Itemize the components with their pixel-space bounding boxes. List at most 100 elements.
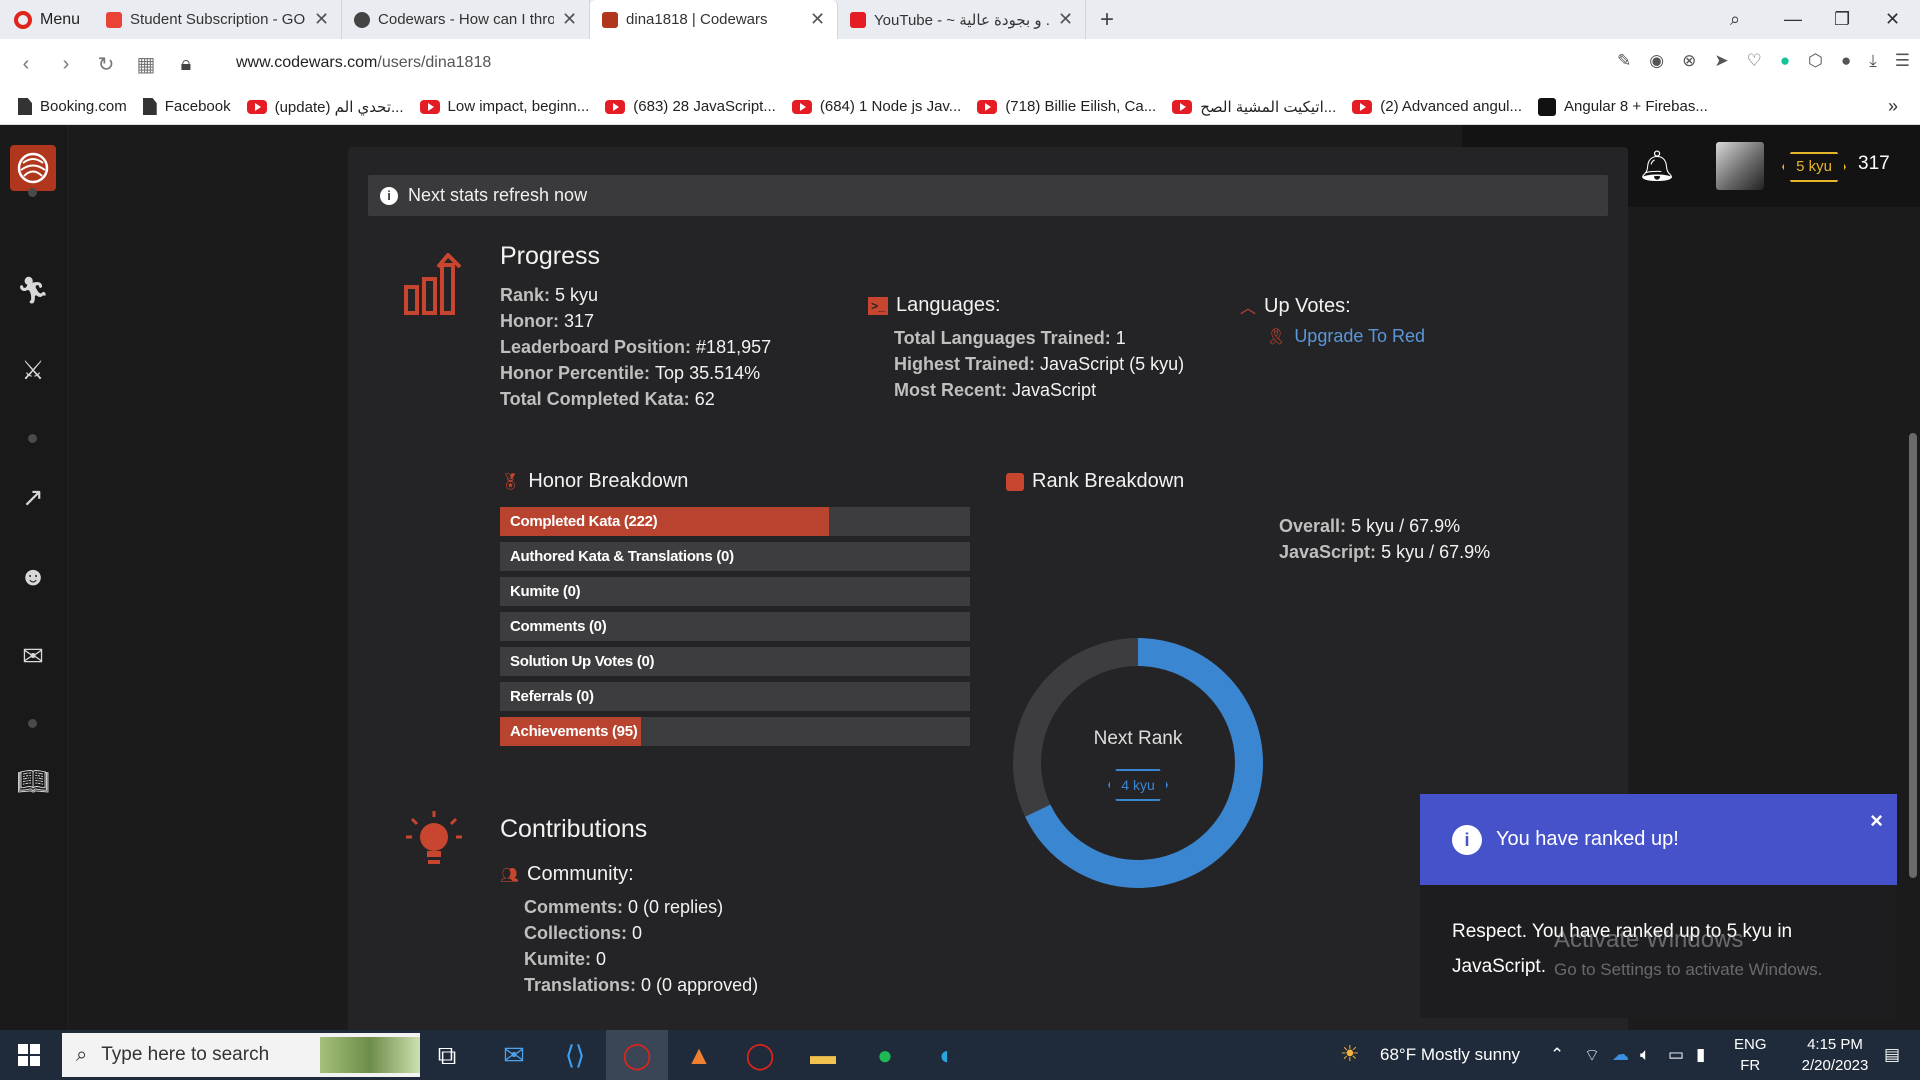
input-language[interactable]: ENG FR (1734, 1034, 1767, 1076)
minimize-button[interactable]: — (1784, 0, 1802, 39)
edge-icon[interactable]: ◐ (930, 1038, 964, 1072)
settings-icon[interactable]: ☰ (1895, 51, 1910, 71)
stat-collections: Collections: 0 (524, 920, 758, 946)
users-icon: 👥︎ (500, 866, 520, 884)
codewars-logo-icon (17, 152, 49, 184)
stat-value: #181,957 (696, 337, 772, 357)
matlab-icon[interactable]: ▲ (682, 1038, 716, 1072)
stats-refresh-notice: i Next stats refresh now (368, 175, 1608, 216)
windows-start-icon[interactable] (18, 1044, 40, 1066)
bookmark-item[interactable]: Booking.com (18, 98, 127, 115)
wifi-icon[interactable]: ⌔ (1584, 1045, 1600, 1066)
battery-icon[interactable]: ▮ (1696, 1045, 1705, 1065)
adblock-icon[interactable]: ⊗ (1682, 51, 1696, 71)
download-icon[interactable]: ⤓ (1869, 51, 1877, 71)
bookmark-label: (718) Billie Eilish, Ca... (1005, 98, 1157, 115)
docs-book-icon[interactable]: 📖︎ (14, 762, 52, 800)
clock[interactable]: 4:15 PM 2/20/2023 (1790, 1034, 1880, 1076)
bookmark-item[interactable]: اتيكيت المشية الصح... (1172, 98, 1336, 116)
taskbar-search-box[interactable]: ⌕ Type here to search (62, 1033, 420, 1077)
spotify-icon[interactable]: ● (868, 1038, 902, 1072)
close-tab-icon[interactable]: ✕ (314, 9, 329, 30)
avatar[interactable] (1716, 142, 1764, 190)
sidebar-separator (28, 434, 37, 443)
codewars-logo[interactable] (10, 145, 56, 191)
lock-icon[interactable]: 🔒︎ (166, 53, 206, 76)
stat-key: Most Recent: (894, 380, 1008, 400)
bookmark-item[interactable]: (718) Billie Eilish, Ca... (977, 98, 1156, 115)
tab-gmail[interactable]: Student Subscription - GO ✕ (94, 0, 343, 39)
stat-comments: Comments: 0 (0 replies) (524, 894, 758, 920)
tray-chevron-icon[interactable]: ⌃ (1550, 1045, 1564, 1065)
lang-top: ENG (1734, 1036, 1767, 1053)
forward-icon[interactable]: › (46, 53, 86, 76)
opera-icon[interactable]: ◯ (620, 1038, 654, 1072)
search-tabs-icon[interactable]: ⌕ (1730, 0, 1740, 39)
stat-key: Rank: (500, 285, 551, 305)
stat-kumite: Kumite: 0 (524, 946, 758, 972)
opera-menu-button[interactable]: Menu (0, 0, 94, 39)
file-explorer-icon[interactable]: ▬ (806, 1038, 840, 1072)
more-bookmarks-icon[interactable]: » (1888, 96, 1898, 117)
page-scrollbar[interactable] (1909, 433, 1917, 878)
bar-label: Completed Kata (222) (510, 513, 658, 530)
bookmark-item[interactable]: (update) تحدي الم... (246, 98, 404, 116)
restore-button[interactable]: ❐ (1834, 0, 1850, 39)
new-tab-button[interactable]: + (1086, 6, 1128, 34)
tabs-grid-icon[interactable]: ▦ (126, 52, 166, 77)
edit-icon[interactable]: ✎ (1617, 51, 1631, 71)
stat-value: 5 kyu / 67.9% (1351, 516, 1461, 536)
back-icon[interactable]: ‹ (6, 53, 46, 76)
practice-icon[interactable]: ⚔︎ (14, 351, 52, 389)
network-icon[interactable]: ▭ (1668, 1045, 1684, 1065)
youtube-icon (977, 99, 998, 114)
bookmark-item[interactable]: (683) 28 JavaScript... (605, 98, 776, 115)
upgrade-link-label[interactable]: Upgrade To Red (1294, 326, 1425, 347)
profile-icon[interactable]: ● (1841, 51, 1851, 71)
url-path: /users/dina1818 (377, 54, 492, 71)
tab-youtube[interactable]: YouTube - ~ و بجودة عالية ... ✕ (838, 0, 1087, 39)
upgrade-to-red-link[interactable]: 🎗︎ Upgrade To Red (1266, 326, 1425, 347)
youtube-icon (1352, 99, 1373, 114)
bookmark-item[interactable]: Facebook (142, 98, 231, 115)
notifications-bell-icon[interactable]: 🔔︎ (1638, 149, 1676, 184)
close-window-button[interactable]: ✕ (1885, 0, 1900, 39)
honor-breakdown-title: Honor Breakdown (528, 470, 689, 492)
send-icon[interactable]: ➤ (1714, 51, 1728, 71)
tab-codewars-question[interactable]: Codewars - How can I thro ✕ (342, 0, 591, 39)
bookmark-item[interactable]: Angular 8 + Firebas... (1538, 97, 1708, 116)
grammarly-icon[interactable]: ● (1780, 51, 1790, 71)
mail-icon[interactable]: ✉ (497, 1038, 531, 1072)
url-field[interactable]: www.codewars.com/users/dina1818 (236, 54, 491, 72)
leaderboard-trend-icon[interactable]: ↗ (14, 478, 52, 516)
training-icon[interactable]: 🏃︎ (14, 271, 52, 309)
cube-icon[interactable]: ⬡ (1808, 51, 1823, 71)
close-tab-icon[interactable]: ✕ (1058, 9, 1073, 30)
progress-stats: Rank: 5 kyu Honor: 317 Leaderboard Posit… (500, 282, 771, 412)
task-view-icon[interactable]: ⧉ (430, 1038, 464, 1072)
discussions-icon[interactable]: ✉ (14, 637, 52, 675)
close-tab-icon[interactable]: ✕ (562, 9, 577, 30)
weather-text[interactable]: 68°F Mostly sunny (1380, 1045, 1520, 1065)
doc-icon (142, 98, 157, 115)
bookmark-item[interactable]: (2) Advanced angul... (1352, 98, 1522, 115)
toast-close-button[interactable]: × (1870, 808, 1883, 834)
rank-badge[interactable]: 5 kyu (1784, 154, 1844, 180)
camera-icon[interactable]: ◉ (1649, 51, 1664, 71)
discord-icon[interactable]: ☻ (14, 557, 52, 595)
stat-value: 62 (694, 389, 715, 409)
heart-icon[interactable]: ♡ (1747, 51, 1762, 71)
notification-center-icon[interactable]: ▤ (1884, 1045, 1900, 1065)
tab-codewars-profile[interactable]: dina1818 | Codewars ✕ (590, 0, 839, 39)
reload-icon[interactable]: ↻ (86, 52, 126, 77)
tab-title: Codewars - How can I thro (378, 11, 554, 28)
youtube-icon (791, 99, 812, 114)
close-tab-icon[interactable]: ✕ (810, 9, 825, 30)
bookmark-item[interactable]: Low impact, beginn... (419, 98, 589, 115)
volume-icon[interactable]: 🔈︎ (1640, 1045, 1650, 1065)
vscode-icon[interactable]: ⟨⟩ (558, 1038, 592, 1072)
bookmark-item[interactable]: (684) 1 Node js Jav... (791, 98, 961, 115)
opera-gx-icon[interactable]: ◯ (743, 1038, 777, 1072)
bar-label: Kumite (0) (510, 583, 581, 600)
onedrive-icon[interactable]: ☁ (1612, 1045, 1629, 1065)
